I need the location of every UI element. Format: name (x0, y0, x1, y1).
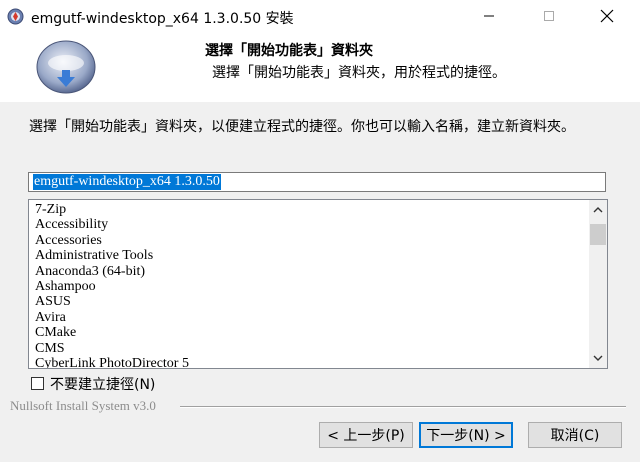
list-item[interactable]: Accessibility (35, 217, 189, 232)
header-divider (0, 101, 640, 102)
next-button[interactable]: 下一步(N) > (419, 422, 513, 448)
chevron-up-icon (593, 207, 603, 213)
list-item[interactable]: CMS (35, 341, 189, 356)
list-item[interactable]: Anaconda3 (64-bit) (35, 264, 189, 279)
branding-divider (180, 406, 626, 408)
minimize-icon (484, 15, 494, 17)
list-item[interactable]: Accessories (35, 233, 189, 248)
scroll-down-button[interactable] (589, 348, 607, 368)
list-item[interactable]: CyberLink PhotoDirector 5 (35, 356, 189, 368)
header-title: 選擇「開始功能表」資料夾 (205, 43, 373, 59)
no-shortcuts-checkbox[interactable] (31, 377, 44, 390)
list-scrollbar[interactable] (589, 200, 607, 368)
window-title: emgutf-windesktop_x64 1.3.0.50 安裝 (31, 11, 294, 27)
header-panel: 選擇「開始功能表」資料夾 選擇「開始功能表」資料夾，用於程式的捷徑。 (0, 33, 640, 102)
list-item[interactable]: Administrative Tools (35, 248, 189, 263)
cancel-button[interactable]: 取消(C) (528, 422, 622, 448)
start-menu-folder-list[interactable]: 7-Zip Accessibility Accessories Administ… (28, 199, 608, 369)
installer-app-icon (7, 8, 24, 25)
nsis-branding-text: Nullsoft Install System v3.0 (10, 398, 156, 413)
folder-list-items: 7-Zip Accessibility Accessories Administ… (35, 202, 189, 368)
installer-logo-icon (36, 40, 96, 94)
chevron-down-icon (593, 355, 603, 361)
list-item[interactable]: CMake (35, 325, 189, 340)
no-shortcuts-label: 不要建立捷徑(N) (50, 376, 156, 393)
folder-name-input[interactable]: emgutf-windesktop_x64 1.3.0.50 (28, 172, 606, 192)
maximize-button[interactable] (526, 0, 572, 32)
list-item[interactable]: Avira (35, 310, 189, 325)
minimize-button[interactable] (466, 0, 512, 32)
list-item[interactable]: 7-Zip (35, 202, 189, 217)
close-icon (600, 9, 614, 23)
folder-name-value: emgutf-windesktop_x64 1.3.0.50 (33, 174, 221, 190)
list-item[interactable]: ASUS (35, 294, 189, 309)
scroll-up-button[interactable] (589, 200, 607, 220)
title-bar: emgutf-windesktop_x64 1.3.0.50 安裝 (0, 0, 640, 34)
header-subtitle: 選擇「開始功能表」資料夾，用於程式的捷徑。 (212, 65, 506, 81)
list-item[interactable]: Ashampoo (35, 279, 189, 294)
back-button[interactable]: < 上一步(P) (319, 422, 413, 448)
maximize-icon (544, 11, 554, 21)
close-button[interactable] (584, 0, 630, 32)
no-shortcuts-option[interactable]: 不要建立捷徑(N) (31, 375, 156, 393)
instruction-text: 選擇「開始功能表」資料夾，以便建立程式的捷徑。你也可以輸入名稱，建立新資料夾。 (29, 119, 575, 135)
scroll-thumb[interactable] (590, 224, 606, 245)
